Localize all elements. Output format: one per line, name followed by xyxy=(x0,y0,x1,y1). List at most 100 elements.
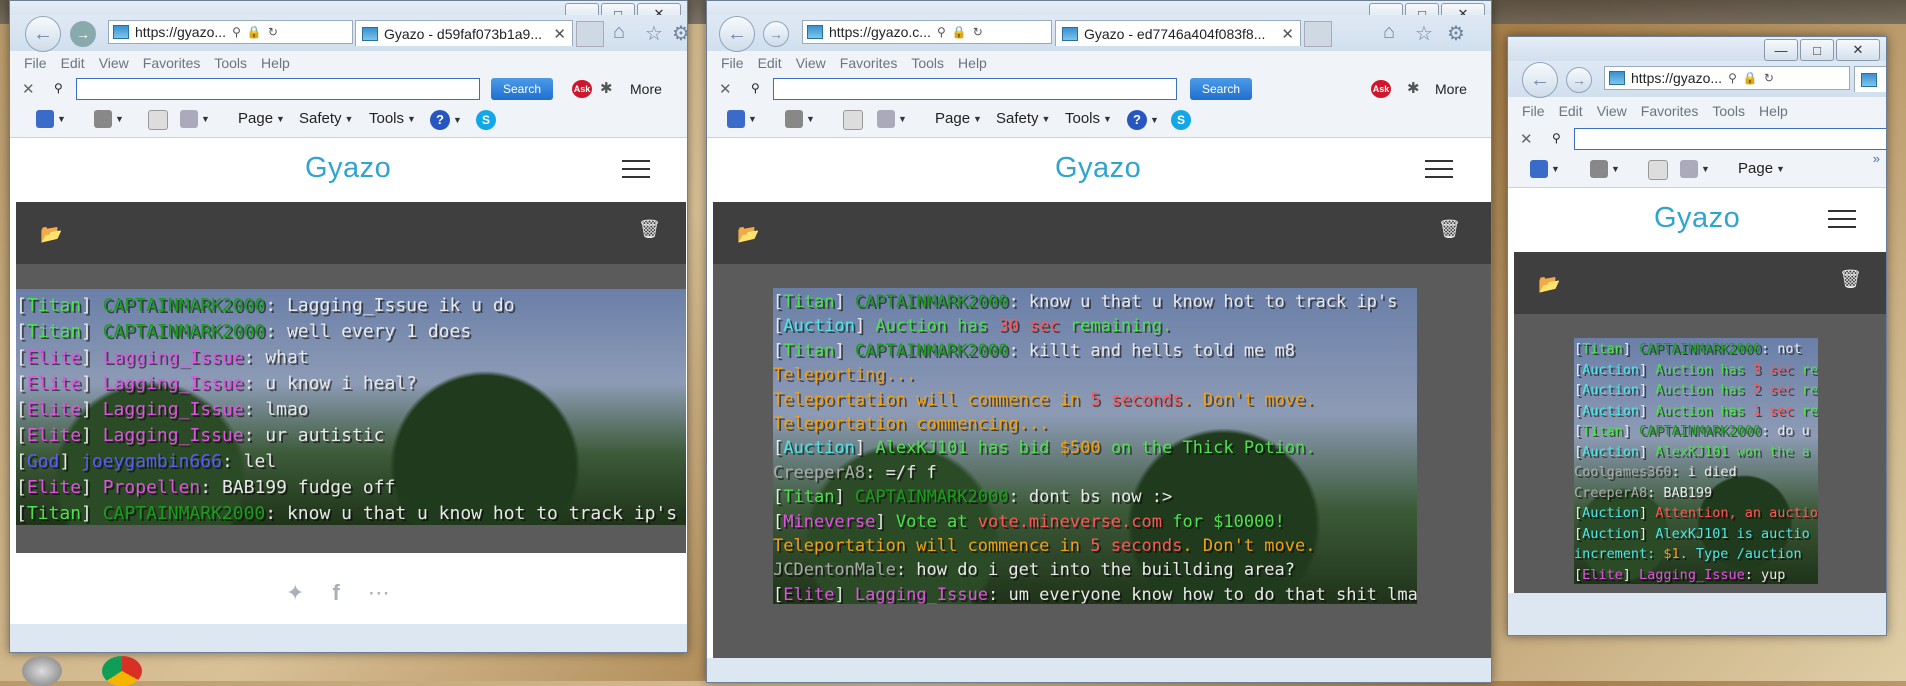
help-menu[interactable]: ? ▼ xyxy=(1127,110,1159,130)
ask-logo-icon[interactable]: Ask xyxy=(1371,80,1391,98)
menu-favorites[interactable]: Favorites xyxy=(1641,103,1699,119)
screenshot-image[interactable]: [Titan] CAPTAINMARK2000: not [Auction] Au… xyxy=(1574,338,1818,584)
menu-file[interactable]: File xyxy=(1522,103,1545,119)
close-button[interactable]: ✕ xyxy=(1836,39,1880,61)
gyazo-logo[interactable]: Gyazo xyxy=(1055,152,1141,185)
toolbar-search-button[interactable]: Search xyxy=(491,78,553,100)
browser-window-3[interactable]: — □ ✕ ← → https://gyazo... ⚲ 🔒 ↻ File Ed… xyxy=(1507,36,1887,636)
hamburger-menu-icon[interactable] xyxy=(1828,210,1856,234)
active-tab[interactable]: Gyazo - ed7746a404f083f8... ✕ xyxy=(1055,20,1301,46)
active-tab[interactable] xyxy=(1854,66,1886,92)
menu-favorites[interactable]: Favorites xyxy=(840,55,898,71)
page-menu[interactable]: Page ▼ xyxy=(1738,160,1785,177)
lock-icon[interactable]: 🔒 xyxy=(952,25,967,39)
forward-button[interactable]: → xyxy=(763,21,789,47)
print-menu[interactable]: ▼ xyxy=(877,110,907,128)
menu-help[interactable]: Help xyxy=(1759,103,1788,119)
page-menu[interactable]: Page ▼ xyxy=(935,110,982,127)
tab-close-icon[interactable]: ✕ xyxy=(1281,25,1294,43)
address-bar[interactable]: https://gyazo... ⚲ 🔒 ↻ xyxy=(108,20,353,44)
home-icon[interactable]: ⌂ xyxy=(613,21,625,44)
toolbar-search-button[interactable]: Search xyxy=(1190,78,1252,100)
tools-wrench-icon[interactable]: ✱ xyxy=(1407,79,1420,97)
twitter-icon[interactable]: ✦ xyxy=(286,580,304,606)
active-tab[interactable]: Gyazo - d59faf073b1a9... ✕ xyxy=(355,20,573,46)
trash-icon[interactable]: 🗑 xyxy=(1839,269,1862,290)
read-mail-button[interactable] xyxy=(148,110,168,130)
refresh-icon[interactable]: ↻ xyxy=(1764,71,1774,85)
address-bar[interactable]: https://gyazo.c... ⚲ 🔒 ↻ xyxy=(802,20,1052,44)
ask-logo-icon[interactable]: Ask xyxy=(572,80,592,98)
tools-menu[interactable]: Tools ▼ xyxy=(369,110,416,127)
toolbar-search-input[interactable] xyxy=(1574,128,1886,150)
tools-wrench-icon[interactable]: ✱ xyxy=(600,79,613,97)
folder-open-icon[interactable]: 📂 xyxy=(737,224,759,245)
skype-button[interactable]: S xyxy=(1171,110,1191,130)
skype-button[interactable]: S xyxy=(476,110,496,130)
toolbar-search-input[interactable] xyxy=(76,78,480,100)
user-avatar-icon[interactable] xyxy=(22,656,62,686)
toolbar-search-input[interactable] xyxy=(773,78,1177,100)
menu-tools[interactable]: Tools xyxy=(214,55,247,71)
settings-gear-icon[interactable]: ⚙ xyxy=(672,21,687,46)
page-menu[interactable]: Page ▼ xyxy=(238,110,285,127)
address-bar[interactable]: https://gyazo... ⚲ 🔒 ↻ xyxy=(1604,66,1850,90)
gyazo-logo[interactable]: Gyazo xyxy=(305,152,391,185)
refresh-icon[interactable]: ↻ xyxy=(268,25,278,39)
menu-view[interactable]: View xyxy=(796,55,826,71)
tools-menu[interactable]: Tools ▼ xyxy=(1065,110,1112,127)
menu-file[interactable]: File xyxy=(721,55,744,71)
back-button[interactable]: ← xyxy=(1522,62,1558,98)
new-tab-button[interactable] xyxy=(1304,21,1332,47)
menu-view[interactable]: View xyxy=(1597,103,1627,119)
menu-favorites[interactable]: Favorites xyxy=(143,55,201,71)
feeds-menu[interactable]: ▼ xyxy=(785,110,815,128)
trash-icon[interactable]: 🗑 xyxy=(638,219,661,240)
browser-window-2[interactable]: — □ ✕ ← → https://gyazo.c... ⚲ 🔒 ↻ Gyazo… xyxy=(706,0,1492,683)
hamburger-menu-icon[interactable] xyxy=(1425,160,1453,184)
safety-menu[interactable]: Safety ▼ xyxy=(996,110,1050,127)
home-menu[interactable]: ▼ xyxy=(1530,160,1560,178)
home-menu[interactable]: ▼ xyxy=(36,110,66,128)
more-button[interactable]: More xyxy=(630,81,662,97)
print-menu[interactable]: ▼ xyxy=(1680,160,1710,178)
read-mail-button[interactable] xyxy=(843,110,863,130)
read-mail-button[interactable] xyxy=(1648,160,1668,180)
menu-help[interactable]: Help xyxy=(261,55,290,71)
more-button[interactable]: More xyxy=(1435,81,1467,97)
forward-button[interactable]: → xyxy=(1566,67,1592,93)
menu-edit[interactable]: Edit xyxy=(758,55,782,71)
new-tab-button[interactable] xyxy=(576,21,604,47)
lock-icon[interactable]: 🔒 xyxy=(247,25,262,39)
toolbar-close-icon[interactable]: ✕ xyxy=(719,80,732,98)
home-icon[interactable]: ⌂ xyxy=(1383,21,1395,44)
back-button[interactable]: ← xyxy=(25,16,61,52)
menu-tools[interactable]: Tools xyxy=(1712,103,1745,119)
facebook-icon[interactable]: f xyxy=(332,580,339,606)
hamburger-menu-icon[interactable] xyxy=(622,160,650,184)
maximize-button[interactable]: □ xyxy=(1800,39,1834,61)
screenshot-image[interactable]: [Titan] CAPTAINMARK2000: Lagging_Issue i… xyxy=(16,289,686,525)
chrome-browser-icon[interactable] xyxy=(102,656,142,686)
menu-help[interactable]: Help xyxy=(958,55,987,71)
browser-window-1[interactable]: — □ ✕ ← → https://gyazo... ⚲ 🔒 ↻ Gyazo -… xyxy=(9,0,688,653)
search-icon[interactable]: ⚲ xyxy=(937,25,946,39)
home-menu[interactable]: ▼ xyxy=(727,110,757,128)
refresh-icon[interactable]: ↻ xyxy=(973,25,983,39)
help-menu[interactable]: ? ▼ xyxy=(430,110,462,130)
settings-gear-icon[interactable]: ⚙ xyxy=(1447,21,1465,46)
minimize-button[interactable]: — xyxy=(1764,39,1798,61)
menu-file[interactable]: File xyxy=(24,55,47,71)
forward-button[interactable]: → xyxy=(70,21,96,47)
print-menu[interactable]: ▼ xyxy=(180,110,210,128)
menu-edit[interactable]: Edit xyxy=(61,55,85,71)
favorites-star-icon[interactable]: ☆ xyxy=(645,21,663,46)
safety-menu[interactable]: Safety ▼ xyxy=(299,110,353,127)
back-button[interactable]: ← xyxy=(719,16,755,52)
feeds-menu[interactable]: ▼ xyxy=(94,110,124,128)
trash-icon[interactable]: 🗑 xyxy=(1438,219,1461,240)
feeds-menu[interactable]: ▼ xyxy=(1590,160,1620,178)
menu-view[interactable]: View xyxy=(99,55,129,71)
menu-tools[interactable]: Tools xyxy=(911,55,944,71)
gyazo-logo[interactable]: Gyazo xyxy=(1654,202,1740,235)
